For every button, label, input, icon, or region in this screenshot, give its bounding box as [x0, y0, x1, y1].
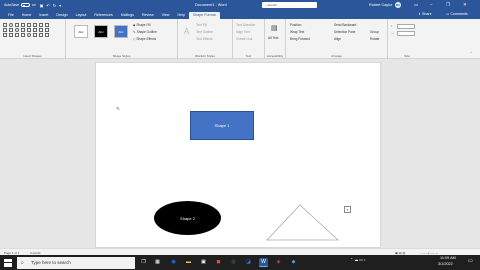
shape-width-input[interactable]: [397, 31, 415, 36]
close-icon[interactable]: ✕: [463, 2, 467, 8]
collapse-ribbon-icon[interactable]: ⌃: [470, 51, 473, 55]
title-bar: AutoSave Off ▣ ↶ ↻ ▾ Document1 - Word ⌕ …: [0, 0, 480, 10]
autosave-toggle[interactable]: [21, 3, 31, 7]
page-count[interactable]: Page 1 of 1: [4, 251, 19, 255]
chrome-icon[interactable]: ◍: [229, 258, 238, 267]
view-mode-icons[interactable]: ▣ ▤ ▥: [395, 251, 405, 255]
shape-2-text: Shape 2: [180, 215, 195, 221]
word-count[interactable]: 0 words: [30, 251, 41, 255]
selection-pane-button[interactable]: Selection Pane: [334, 30, 355, 34]
group-label-arrange: Arrange: [331, 54, 342, 58]
alt-text-icon: ▤: [271, 25, 278, 32]
layout-options-icon[interactable]: ▪: [344, 206, 351, 213]
status-bar: Page 1 of 1 0 words ▣ ▤ ▥ – ——|—— +: [0, 248, 480, 255]
shapes-gallery[interactable]: [3, 23, 50, 37]
edge-icon[interactable]: ◉: [169, 258, 178, 267]
height-icon: ↕: [391, 24, 393, 28]
zoom-slider[interactable]: – ——|—— +: [420, 251, 438, 255]
position-button[interactable]: Position: [290, 23, 301, 27]
group-label-insert-shapes: Insert Shapes: [23, 54, 42, 58]
group-label-size: Size: [404, 54, 410, 58]
search-icon: ⌕: [21, 259, 24, 266]
wordart-group: A Text Fill Text Outline Text Effects Wo…: [178, 19, 233, 59]
bring-forward-button[interactable]: Bring Forward: [290, 37, 310, 41]
undo-icon[interactable]: ↶: [46, 3, 49, 8]
task-view-icon[interactable]: ❒: [139, 258, 148, 267]
shape-effects-button[interactable]: ◇ Shape Effects: [133, 37, 156, 41]
wordart-gallery-icon[interactable]: A: [184, 27, 189, 36]
text-direction-button[interactable]: Text Direction: [236, 23, 255, 27]
shape-ellipse[interactable]: Shape 2: [154, 201, 221, 235]
store-icon[interactable]: ▣: [199, 258, 208, 267]
align-text-button[interactable]: Align Text: [236, 30, 250, 34]
avatar[interactable]: RC: [395, 2, 401, 8]
text-effects-button[interactable]: Text Effects: [196, 37, 212, 41]
alt-text-button[interactable]: Alt Text: [268, 36, 278, 40]
app-icon-2[interactable]: ◆: [289, 258, 298, 267]
word-taskbar-icon[interactable]: W: [259, 258, 268, 267]
group-label-wordart: WordArt Styles: [195, 54, 215, 58]
align-button[interactable]: Align: [334, 37, 341, 41]
clock-time[interactable]: 11:09 AM: [440, 256, 456, 260]
comments-button[interactable]: ▭ Comments: [446, 12, 468, 16]
shape-height-input[interactable]: [397, 24, 415, 29]
taskbar-search-input[interactable]: ⌕ Type here to search: [17, 256, 135, 269]
accessibility-group: ▤ Alt Text Accessibility: [265, 19, 286, 59]
customize-qat-icon[interactable]: ▾: [59, 3, 61, 8]
windows-start-icon[interactable]: [4, 258, 12, 267]
mouse-cursor-icon: ⇖: [116, 106, 121, 112]
save-icon[interactable]: ▣: [40, 3, 44, 8]
document-title: Document1 - Word: [195, 2, 227, 7]
ribbon-display-icon[interactable]: ▭: [414, 2, 418, 8]
width-icon: ↔: [391, 31, 395, 35]
share-button[interactable]: ⇪ Share: [418, 12, 432, 16]
create-link-button[interactable]: Create Link: [236, 37, 252, 41]
rotate-button[interactable]: Rotate: [370, 37, 379, 41]
restore-icon[interactable]: ❐: [446, 2, 450, 8]
clock-date[interactable]: 3/1/2022: [438, 262, 453, 266]
quick-access-toolbar: ▣ ↶ ↻ ▾: [40, 3, 62, 8]
outlook-icon[interactable]: ◪: [244, 258, 253, 267]
send-backward-button[interactable]: Send Backward: [334, 23, 356, 27]
text-fill-button[interactable]: Text Fill: [196, 23, 207, 27]
style-thumb-blue[interactable]: Abc: [114, 25, 128, 38]
size-group: ↕ ↔ Size: [388, 19, 426, 59]
wrap-text-button[interactable]: Wrap Text: [290, 30, 304, 34]
group-label-shape-styles: Shape Styles: [112, 54, 131, 58]
insert-shapes-group: Insert Shapes: [0, 19, 66, 59]
shape-1-text: Shape 1: [214, 123, 230, 128]
user-name[interactable]: Robert Cayko: [369, 3, 392, 7]
office-icon[interactable]: ◼: [214, 258, 223, 267]
group-label-text: Text: [245, 54, 252, 58]
ribbon: Insert Shapes Abc Abc Abc ◆ Shape Fill ✎…: [0, 19, 480, 59]
redo-icon[interactable]: ↻: [53, 3, 56, 8]
autosave-label: AutoSave: [4, 3, 20, 7]
minimize-icon[interactable]: –: [430, 2, 433, 7]
style-thumb-white[interactable]: Abc: [74, 25, 88, 38]
notifications-icon[interactable]: ▭: [468, 258, 473, 264]
group-button[interactable]: Group: [370, 30, 379, 34]
taskbar: ⌕ Type here to search ❒ ▦ ◉ ▬ ▣ ◼ ◍ ◪ W …: [0, 255, 480, 270]
file-explorer-icon[interactable]: ▬: [184, 258, 193, 267]
text-outline-button[interactable]: Text Outline: [196, 30, 213, 34]
group-label-accessibility: Accessibility: [266, 54, 284, 58]
shape-fill-button[interactable]: ◆ Shape Fill: [133, 23, 151, 27]
text-group: Text Direction Align Text Create Link Te…: [233, 19, 265, 59]
style-thumb-black[interactable]: Abc: [94, 25, 108, 38]
shape-triangle[interactable]: [266, 204, 340, 242]
widgets-icon[interactable]: ▦: [153, 258, 162, 267]
ribbon-tabs: File Home Insert Design Layout References Mail…: [0, 10, 480, 19]
tab-shape-format[interactable]: Shape Format: [188, 12, 220, 19]
autosave-state: Off: [31, 3, 36, 7]
shape-styles-group: Abc Abc Abc ◆ Shape Fill ✎ Shape Outline…: [66, 19, 178, 59]
arrange-group: Position Wrap Text Bring Forward Send Ba…: [286, 19, 388, 59]
shape-outline-button[interactable]: ✎ Shape Outline: [133, 30, 157, 34]
search-input[interactable]: ⌕ Search: [262, 2, 317, 8]
tray-icons[interactable]: ⌃ ☁ ▭ ♪: [350, 257, 366, 262]
app-icon[interactable]: ◈: [274, 258, 283, 267]
shape-rectangle[interactable]: Shape 1: [190, 111, 254, 140]
